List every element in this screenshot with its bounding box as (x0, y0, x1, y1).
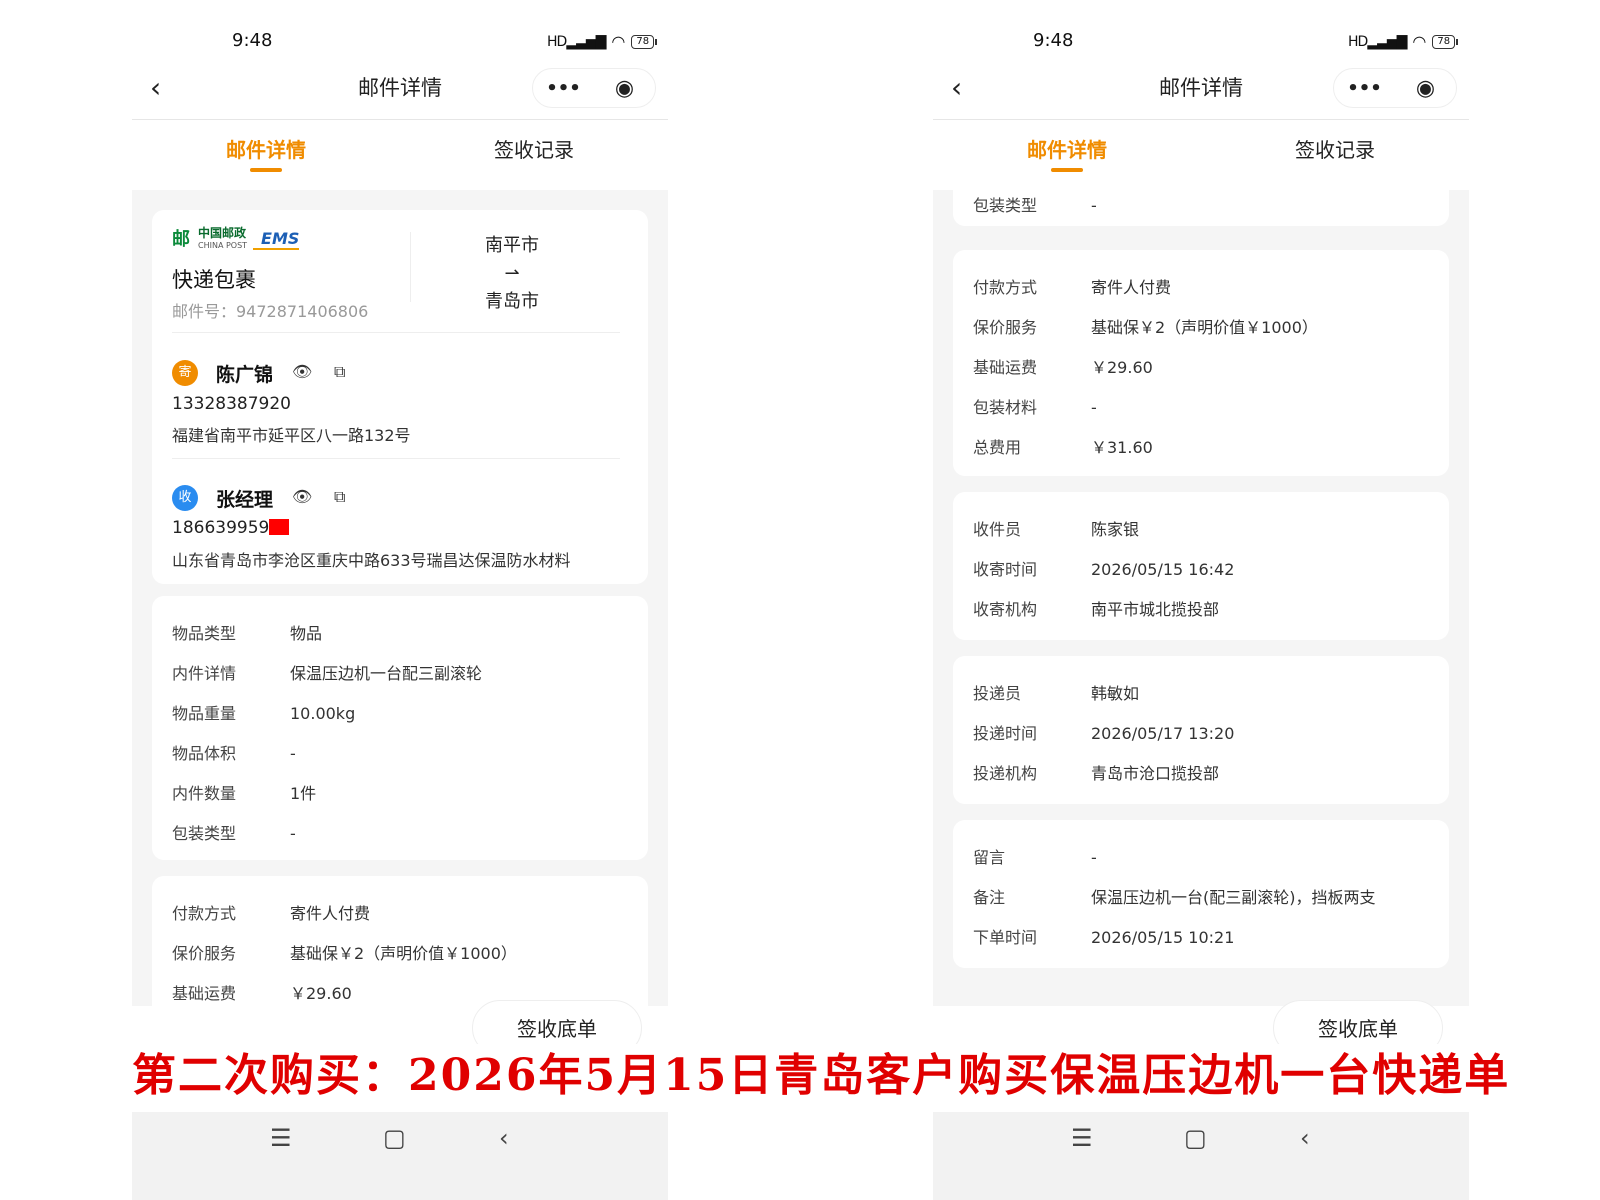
china-post-logo: 邮 中国邮政 CHINA POST EMS (172, 226, 300, 251)
info-row: 付款方式 寄件人付费 (973, 278, 1172, 297)
info-row: 基础运费 ￥29.60 (973, 358, 1153, 377)
to-city: 青岛市 (485, 291, 539, 312)
mail-type: 快递包裹 (172, 268, 256, 292)
info-row: 付款方式 寄件人付费 (172, 904, 371, 923)
info-row: 收件员 陈家银 (973, 520, 1140, 539)
wifi-icon: ◠ (1412, 32, 1427, 51)
active-tab-indicator (250, 168, 282, 172)
signal-icon: HD▂▃▅▇ (547, 33, 606, 50)
eye-icon[interactable]: 👁 (292, 362, 312, 381)
back-icon[interactable]: ‹ (499, 1124, 509, 1152)
route: 南平市 ⇀ 青岛市 (462, 232, 562, 316)
info-row: 下单时间 2026/05/15 10:21 (973, 928, 1235, 947)
copy-icon[interactable]: ⧉ (334, 487, 345, 507)
info-row: 内件数量 1件 (172, 784, 317, 803)
notes-info-card: 留言 - 备注 保温压边机一台(配三副滚轮)，挡板两支 下单时间 2026/05/15… (953, 820, 1449, 968)
status-time: 9:48 (1033, 30, 1074, 51)
status-bar: 9:48 HD▂▃▅▇ ◠ 78 (933, 30, 1469, 54)
nav-bar: ‹ 邮件详情 ••• ◉ (132, 64, 668, 120)
info-row: 物品体积 - (172, 744, 296, 763)
receiver-address: 山东省青岛市李沧区重庆中路633号瑞昌达保温防水材料 (172, 551, 571, 570)
payment-info-card: 付款方式 寄件人付费 保价服务 基础保￥2（声明价值￥1000） 基础运费 ￥29.6… (953, 250, 1449, 476)
status-icons: HD▂▃▅▇ ◠ 78 (547, 32, 657, 51)
more-icon[interactable]: ••• (533, 78, 594, 99)
info-row: 总费用 ￥31.60 (973, 438, 1153, 457)
overlay-caption: 第二次购买：2026年5月15日青岛客户购买保温压边机一台快递单 (132, 1044, 1508, 1108)
mail-summary-card: 邮 中国邮政 CHINA POST EMS 快递包裹 邮件号：9472871406… (152, 210, 648, 584)
phone-screen-right: 9:48 HD▂▃▅▇ ◠ 78 ‹ 邮件详情 ••• ◉ 邮件详情 签收记录 … (933, 0, 1469, 1200)
info-row: 收寄时间 2026/05/15 16:42 (973, 560, 1235, 579)
receiver-name: 张经理 (216, 489, 274, 511)
phone-screen-left: 9:48 HD▂▃▅▇ ◠ 78 ‹ 邮件详情 ••• ◉ 邮件详情 签收记录 … (132, 0, 668, 1200)
info-row: 留言 - (973, 848, 1097, 867)
content-scroll-area[interactable]: 邮 中国邮政 CHINA POST EMS 快递包裹 邮件号：9472871406… (132, 190, 668, 1006)
sender-address: 福建省南平市延平区八一路132号 (172, 426, 411, 445)
content-scroll-area[interactable]: 包装类型 - 付款方式 寄件人付费 保价服务 基础保￥2（声明价值￥1000） 基础运… (933, 190, 1469, 1006)
wifi-icon: ◠ (611, 32, 626, 51)
info-row: 物品类型 物品 (172, 624, 323, 643)
mini-program-capsule: ••• ◉ (532, 68, 656, 108)
tab-bar: 邮件详情 签收记录 (933, 120, 1469, 190)
info-row: 投递员 韩敏如 (973, 684, 1140, 703)
goods-info-card: 物品类型 物品 内件详情 保温压边机一台配三副滚轮 物品重量 10.00kg 物品体积… (152, 596, 648, 860)
back-icon[interactable]: ‹ (1300, 1124, 1310, 1152)
close-target-icon[interactable]: ◉ (594, 76, 655, 101)
close-target-icon[interactable]: ◉ (1395, 76, 1456, 101)
redaction-mark (269, 519, 290, 535)
receiver-phone: 186639959 (172, 518, 290, 538)
mail-number: 邮件号：9472871406806 (172, 302, 369, 321)
sender-badge: 寄 (172, 360, 198, 386)
divider (410, 232, 411, 302)
status-bar: 9:48 HD▂▃▅▇ ◠ 78 (132, 30, 668, 54)
info-row: 投递时间 2026/05/17 13:20 (973, 724, 1235, 743)
pickup-info-card: 收件员 陈家银 收寄时间 2026/05/15 16:42 收寄机构 南平市城北揽投部 (953, 492, 1449, 640)
info-row: 保价服务 基础保￥2（声明价值￥1000） (172, 944, 517, 963)
sender-name: 陈广锦 (216, 364, 274, 386)
info-row: 物品重量 10.00kg (172, 704, 356, 723)
ems-logo: EMS (253, 229, 300, 250)
status-icons: HD▂▃▅▇ ◠ 78 (1348, 32, 1458, 51)
tab-bar: 邮件详情 签收记录 (132, 120, 668, 190)
china-post-icon: 邮 (172, 228, 190, 250)
delivery-info-card: 投递员 韩敏如 投递时间 2026/05/17 13:20 投递机构 青岛市沧口揽投部 (953, 656, 1449, 804)
battery-icon: 78 (631, 34, 657, 49)
menu-icon[interactable]: ☰ (270, 1124, 292, 1152)
route-arrow-icon: ⇀ (504, 263, 520, 284)
menu-icon[interactable]: ☰ (1071, 1124, 1093, 1152)
tab-mail-detail[interactable]: 邮件详情 (933, 134, 1201, 163)
status-time: 9:48 (232, 30, 273, 51)
info-row: 基础运费 ￥29.60 (172, 984, 352, 1003)
payment-info-card: 付款方式 寄件人付费 保价服务 基础保￥2（声明价值￥1000） 基础运费 ￥29.6… (152, 876, 648, 1006)
goods-info-card: 包装类型 - (953, 190, 1449, 226)
eye-icon[interactable]: 👁 (292, 487, 312, 506)
active-tab-indicator (1051, 168, 1083, 172)
tab-mail-detail[interactable]: 邮件详情 (132, 134, 400, 163)
info-row: 包装类型 - (973, 196, 1097, 215)
china-post-wordmark: 中国邮政 CHINA POST (198, 226, 248, 250)
info-row: 包装类型 - (172, 824, 296, 843)
battery-icon: 78 (1432, 34, 1458, 49)
sender-phone: 13328387920 (172, 394, 291, 414)
mini-program-capsule: ••• ◉ (1333, 68, 1457, 108)
receiver-badge: 收 (172, 485, 198, 511)
tab-sign-record[interactable]: 签收记录 (1201, 134, 1469, 163)
divider (172, 458, 620, 459)
info-row: 包装材料 - (973, 398, 1097, 417)
info-row: 内件详情 保温压边机一台配三副滚轮 (172, 664, 483, 683)
system-nav-bar: ☰ ▢ ‹ (933, 1112, 1469, 1200)
info-row: 收寄机构 南平市城北揽投部 (973, 600, 1220, 619)
tab-sign-record[interactable]: 签收记录 (400, 134, 668, 163)
divider (172, 332, 620, 333)
signal-icon: HD▂▃▅▇ (1348, 33, 1407, 50)
system-nav-bar: ☰ ▢ ‹ (132, 1112, 668, 1200)
info-row: 投递机构 青岛市沧口揽投部 (973, 764, 1220, 783)
more-icon[interactable]: ••• (1334, 78, 1395, 99)
from-city: 南平市 (485, 235, 539, 256)
nav-bar: ‹ 邮件详情 ••• ◉ (933, 64, 1469, 120)
copy-icon[interactable]: ⧉ (334, 362, 345, 382)
info-row: 备注 保温压边机一台(配三副滚轮)，挡板两支 (973, 888, 1376, 907)
home-icon[interactable]: ▢ (1184, 1124, 1207, 1152)
home-icon[interactable]: ▢ (383, 1124, 406, 1152)
info-row: 保价服务 基础保￥2（声明价值￥1000） (973, 318, 1318, 337)
